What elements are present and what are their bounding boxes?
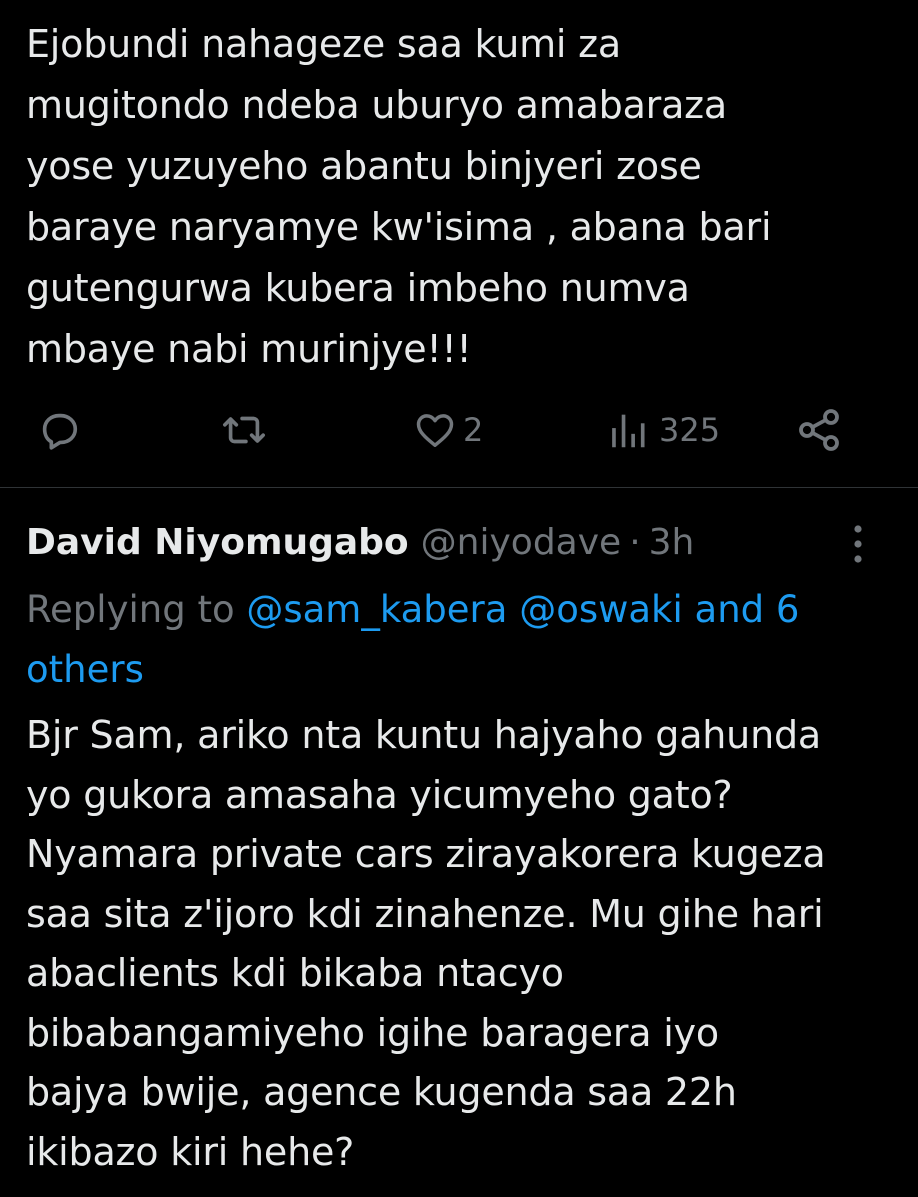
top-tweet: Ejobundi nahageze saa kumi za mugitondo … xyxy=(0,0,918,487)
header-separator: · xyxy=(629,521,641,563)
post-time[interactable]: 3h xyxy=(649,522,695,563)
reply-tweet[interactable]: David Niyomugabo @niyodave · 3h Replying… xyxy=(0,488,918,1197)
speech-bubble-icon xyxy=(42,413,78,450)
tweet-text-line: mbaye nabi murinjye!!! xyxy=(26,327,472,371)
reply-text-line: bajya bwije, agence kugenda saa 22h xyxy=(26,1070,737,1114)
share-icon xyxy=(799,409,839,451)
like-button[interactable]: 2 xyxy=(413,400,483,460)
replying-to: Replying to @sam_kabera @oswaki and 6 ot… xyxy=(26,580,896,700)
replying-to-mentions[interactable]: @sam_kabera @oswaki and 6 xyxy=(246,588,799,631)
reply-text-line: bibabangamiyeho igihe baragera iyo xyxy=(26,1010,719,1055)
views-button[interactable]: 325 xyxy=(605,400,720,460)
vertical-ellipsis-icon xyxy=(854,525,862,563)
views-count: 325 xyxy=(659,411,721,449)
tweet-text: Ejobundi nahageze saa kumi za mugitondo … xyxy=(26,14,896,380)
author-name[interactable]: David Niyomugabo xyxy=(26,522,409,563)
tweet-text-line: gutengurwa kubera imbeho numva xyxy=(26,266,690,310)
bar-chart-icon xyxy=(612,414,645,448)
tweet-text-line: yose yuzuyeho abantu binjyeri zose xyxy=(26,144,702,188)
reply-header: David Niyomugabo @niyodave · 3h xyxy=(26,518,694,566)
heart-icon xyxy=(416,414,454,447)
reply-button[interactable] xyxy=(36,400,82,460)
reply-text-line: abaclients kdi bikaba ntacyo xyxy=(26,951,564,995)
author-handle[interactable]: @niyodave xyxy=(421,522,622,563)
reply-text-line: saa sita z'ijoro kdi zinahenze. Mu gihe … xyxy=(26,891,824,936)
replying-to-others[interactable]: others xyxy=(26,648,144,691)
reply-text-line: Bjr Sam, ariko nta kuntu hajyaho gahunda xyxy=(26,713,821,757)
reply-text: Bjr Sam, ariko nta kuntu hajyaho gahunda… xyxy=(26,706,906,1182)
retweet-icon xyxy=(223,416,265,444)
tweet-text-line: baraye naryamye kw'isima , abana bari xyxy=(26,205,772,249)
share-button[interactable] xyxy=(796,400,844,460)
replying-to-prefix: Replying to xyxy=(26,588,247,631)
reply-text-line: Nyamara private cars zirayakorera kugeza xyxy=(26,832,826,876)
retweet-button[interactable] xyxy=(219,400,269,460)
reply-text-line: ikibazo kiri hehe? xyxy=(26,1129,355,1174)
more-options-button[interactable] xyxy=(843,520,873,568)
like-count: 2 xyxy=(463,411,484,449)
tweet-text-line: Ejobundi nahageze saa kumi za xyxy=(26,22,621,66)
tweet-text-line: mugitondo ndeba uburyo amabaraza xyxy=(26,83,727,127)
tweet-action-bar: 2 325 xyxy=(0,400,918,460)
reply-text-line: yo gukora amasaha yicumyeho gato? xyxy=(26,772,733,817)
